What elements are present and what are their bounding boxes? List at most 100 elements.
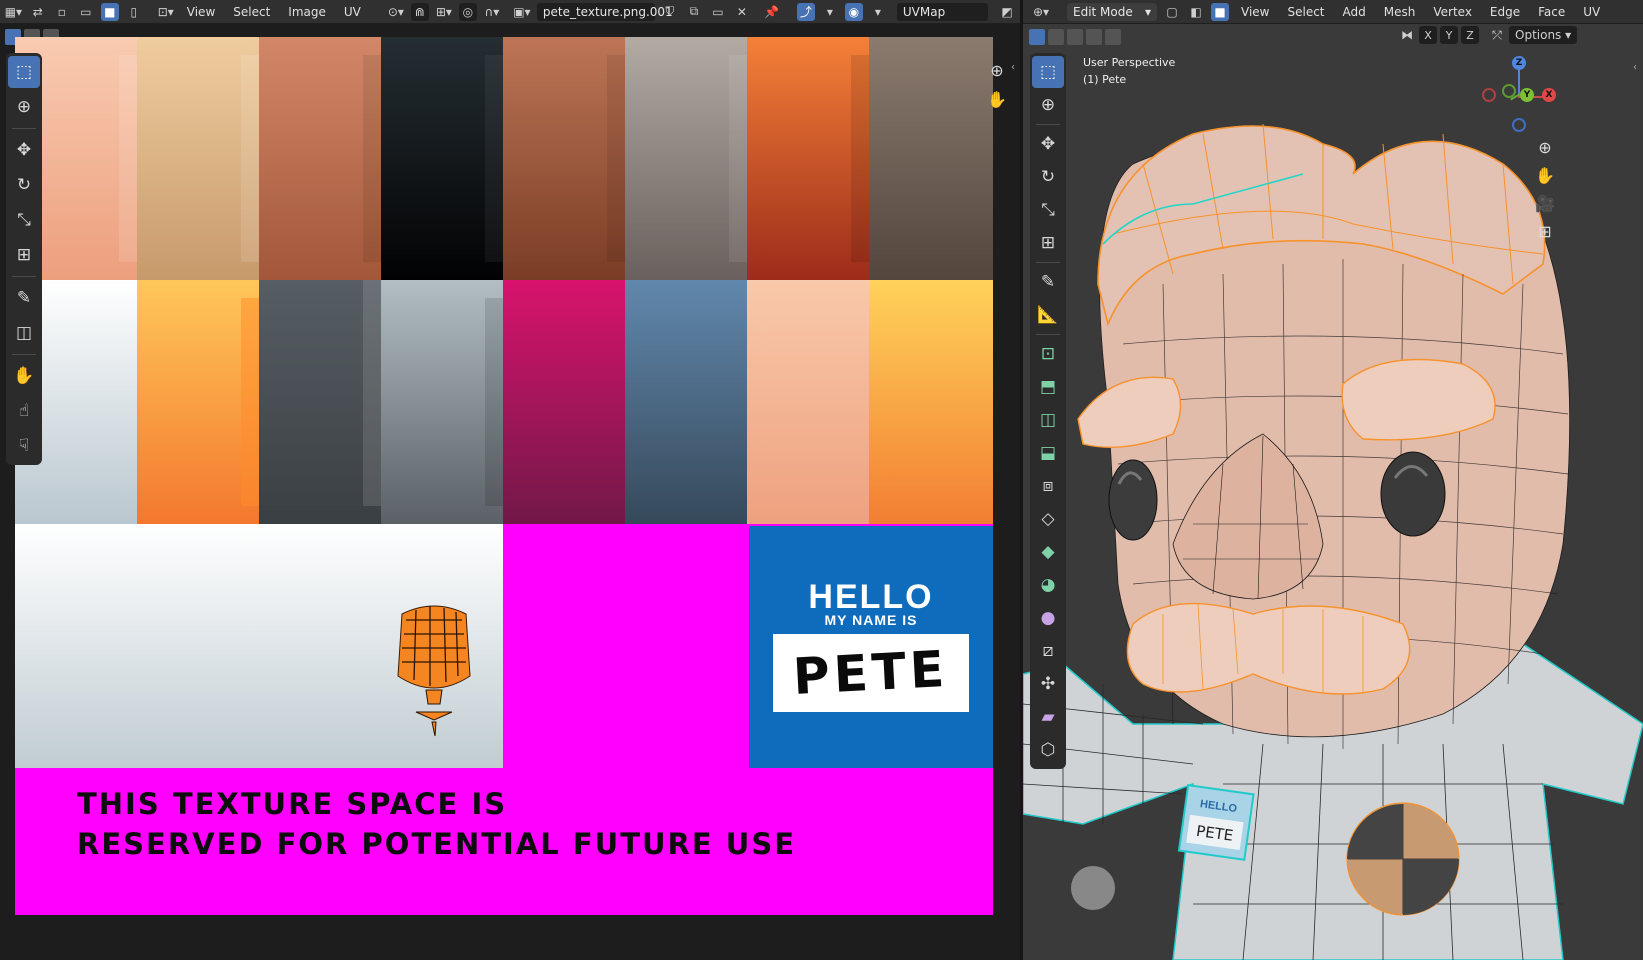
chevron-down-icon[interactable]: ▾ bbox=[821, 3, 839, 21]
image-name-field[interactable]: pete_texture.png.001 bbox=[536, 2, 673, 21]
inset-icon[interactable]: ◫ bbox=[1032, 404, 1064, 436]
unlink-image-icon[interactable]: ✕ bbox=[733, 3, 751, 21]
snap-icon[interactable]: ⋒ bbox=[410, 2, 429, 21]
select-mode-island-icon[interactable]: ▯ bbox=[125, 3, 143, 21]
edge-select-icon[interactable]: ◧ bbox=[1187, 3, 1205, 21]
proportional-edit-icon[interactable]: ◎ bbox=[458, 2, 477, 21]
editor-type-icon[interactable]: ▦▾ bbox=[4, 3, 23, 21]
measure-icon[interactable]: 📐 bbox=[1032, 299, 1064, 331]
pinch-icon[interactable]: ☟ bbox=[8, 430, 40, 462]
vp-menu-edge[interactable]: Edge bbox=[1484, 5, 1526, 19]
rip-region-icon[interactable]: ⬡ bbox=[1032, 734, 1064, 766]
mode-selector[interactable]: Edit Mode ▾ bbox=[1067, 2, 1157, 21]
select-box-icon[interactable]: ⬚ bbox=[8, 56, 40, 88]
sidebar-toggle-icon[interactable]: ‹ bbox=[1011, 62, 1015, 73]
vp-scale-icon[interactable]: ⤡ bbox=[1032, 194, 1064, 226]
vp-zoom-icon[interactable]: ⊕ bbox=[1533, 135, 1557, 159]
vp-menu-vertex[interactable]: Vertex bbox=[1427, 5, 1478, 19]
uv-island-wireframe[interactable] bbox=[386, 600, 482, 740]
uv-snapping-icon[interactable]: ⤴ bbox=[796, 2, 815, 21]
poly-build-icon[interactable]: ◆ bbox=[1032, 536, 1064, 568]
mirror-z[interactable]: Z bbox=[1461, 26, 1479, 44]
zoom-icon[interactable]: ⊕ bbox=[985, 58, 1009, 82]
add-cube-icon[interactable]: ⊡ bbox=[1032, 338, 1064, 370]
image-browse-icon[interactable]: ▣▾ bbox=[513, 3, 531, 21]
gizmo-neg-y[interactable] bbox=[1502, 84, 1516, 98]
relax-icon[interactable]: ☝ bbox=[8, 395, 40, 427]
vp-sidebar-toggle-icon[interactable]: ‹ bbox=[1633, 62, 1637, 73]
edge-slide-icon[interactable]: ⧄ bbox=[1032, 635, 1064, 667]
sync-selection-icon[interactable]: ⇄ bbox=[29, 3, 47, 21]
pin-icon[interactable]: 📌 bbox=[763, 3, 781, 21]
vp-select-box-icon[interactable]: ⬚ bbox=[1032, 56, 1064, 88]
gizmo-z[interactable]: Z bbox=[1512, 56, 1526, 70]
menu-select[interactable]: Select bbox=[227, 5, 276, 19]
ortho-toggle-icon[interactable]: ⊞ bbox=[1533, 219, 1557, 243]
select-mode-edge-icon[interactable]: ▭ bbox=[77, 3, 95, 21]
vp-menu-mesh[interactable]: Mesh bbox=[1378, 5, 1422, 19]
gizmo-x[interactable]: X bbox=[1542, 88, 1556, 102]
shear-icon[interactable]: ▰ bbox=[1032, 701, 1064, 733]
face-select-icon[interactable]: ■ bbox=[1211, 2, 1229, 21]
menu-uv[interactable]: UV bbox=[338, 5, 367, 19]
cursor-icon[interactable]: ⊕ bbox=[8, 91, 40, 123]
navigation-gizmo[interactable]: Z X Y bbox=[1480, 56, 1560, 136]
vp-move-icon[interactable]: ✥ bbox=[1032, 128, 1064, 160]
uv-map-field[interactable]: UVMap bbox=[896, 2, 988, 21]
mirror-x[interactable]: X bbox=[1419, 26, 1437, 44]
fake-user-icon[interactable]: ⛉ bbox=[661, 3, 679, 21]
vp-select-invert-icon[interactable] bbox=[1086, 29, 1102, 45]
sticky-select-icon[interactable]: ⊡▾ bbox=[157, 3, 175, 21]
vp-menu-uv[interactable]: UV bbox=[1577, 5, 1606, 19]
menu-view[interactable]: View bbox=[181, 5, 221, 19]
loop-cut-icon[interactable]: ⧈ bbox=[1032, 470, 1064, 502]
rotate-icon[interactable]: ↻ bbox=[8, 169, 40, 201]
snap-target-icon[interactable]: ⊞▾ bbox=[435, 3, 453, 21]
render-slot-icon[interactable]: ◩ bbox=[998, 3, 1016, 21]
auto-merge-icon[interactable]: ⤱ bbox=[1488, 26, 1506, 44]
pan-hand-icon[interactable]: ✋ bbox=[985, 87, 1009, 111]
falloff-icon[interactable]: ∩▾ bbox=[483, 3, 501, 21]
gizmo-neg-x[interactable] bbox=[1482, 88, 1496, 102]
vp-select-extend-icon[interactable] bbox=[1048, 29, 1064, 45]
editor-type-3d-icon[interactable]: ⊕▾ bbox=[1027, 3, 1055, 21]
vp-transform-icon[interactable]: ⊞ bbox=[1032, 227, 1064, 259]
select-mode-face-icon[interactable]: ■ bbox=[100, 2, 119, 21]
vp-menu-face[interactable]: Face bbox=[1532, 5, 1571, 19]
vp-cursor-icon[interactable]: ⊕ bbox=[1032, 89, 1064, 121]
camera-view-icon[interactable]: 🎥 bbox=[1533, 191, 1557, 215]
spin-icon[interactable]: ◕ bbox=[1032, 569, 1064, 601]
extrude-icon[interactable]: ⬒ bbox=[1032, 371, 1064, 403]
move-icon[interactable]: ✥ bbox=[8, 134, 40, 166]
vp-menu-select[interactable]: Select bbox=[1281, 5, 1330, 19]
menu-image[interactable]: Image bbox=[282, 5, 332, 19]
rip-icon[interactable]: ◫ bbox=[8, 317, 40, 349]
overlays-icon[interactable]: ◉ bbox=[844, 2, 863, 21]
vp-select-intersect-icon[interactable] bbox=[1105, 29, 1121, 45]
gizmo-neg-z[interactable] bbox=[1512, 118, 1526, 132]
grab-icon[interactable]: ✋ bbox=[8, 360, 40, 392]
pivot-icon[interactable]: ⊙▾ bbox=[387, 3, 405, 21]
vp-select-new-icon[interactable] bbox=[1029, 29, 1045, 45]
vp-pan-icon[interactable]: ✋ bbox=[1533, 163, 1557, 187]
scale-icon[interactable]: ⤡ bbox=[8, 204, 40, 236]
gizmo-y[interactable]: Y bbox=[1520, 88, 1534, 102]
bevel-icon[interactable]: ⬓ bbox=[1032, 437, 1064, 469]
vp-menu-view[interactable]: View bbox=[1235, 5, 1275, 19]
transform-icon[interactable]: ⊞ bbox=[8, 239, 40, 271]
mirror-y[interactable]: Y bbox=[1440, 26, 1458, 44]
open-image-icon[interactable]: ▭ bbox=[709, 3, 727, 21]
vertex-select-icon[interactable]: ▢ bbox=[1163, 3, 1181, 21]
smooth-icon[interactable]: ● bbox=[1032, 602, 1064, 634]
annotate-icon[interactable]: ✎ bbox=[8, 282, 40, 314]
vp-rotate-icon[interactable]: ↻ bbox=[1032, 161, 1064, 193]
vp-menu-add[interactable]: Add bbox=[1337, 5, 1372, 19]
vp-select-subtract-icon[interactable] bbox=[1067, 29, 1083, 45]
duplicate-image-icon[interactable]: ⧉ bbox=[685, 3, 703, 21]
knife-icon[interactable]: ◇ bbox=[1032, 503, 1064, 535]
vp-annotate-icon[interactable]: ✎ bbox=[1032, 266, 1064, 298]
select-mode-vertex-icon[interactable]: ▫ bbox=[53, 3, 71, 21]
options-dropdown[interactable]: Options ▾ bbox=[1509, 26, 1578, 44]
overlays-chevron-icon[interactable]: ▾ bbox=[869, 3, 887, 21]
shrink-fatten-icon[interactable]: ✣ bbox=[1032, 668, 1064, 700]
